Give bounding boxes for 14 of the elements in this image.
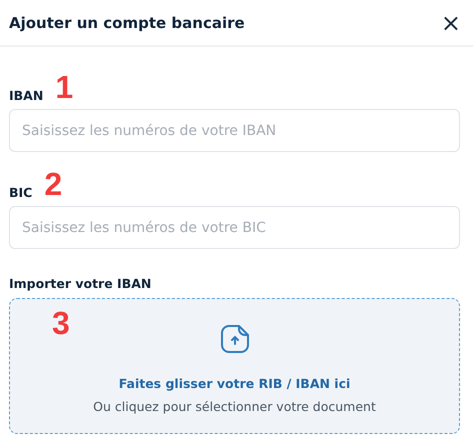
field-label: BIC <box>9 185 32 200</box>
annotation-number: 2 <box>44 168 62 200</box>
annotation-number: 1 <box>55 71 74 103</box>
close-button[interactable]: × <box>436 10 465 34</box>
upload-label: Importer votre IBAN <box>9 276 152 291</box>
annotation-number: 3 <box>52 307 70 339</box>
drop-zone[interactable]: 3 Faites glisser votre RIB / IBAN ici Ou cliquez pour sélectionner votre document <box>9 298 460 434</box>
drop-title: Faites glisser votre RIB / IBAN ici <box>118 376 350 391</box>
field-label: IBAN <box>9 88 44 103</box>
drop-hint: Ou cliquez pour sélectionner votre document <box>93 399 376 414</box>
input-field[interactable]: Saisissez les numéros de votre IBAN <box>9 109 460 152</box>
dialog-title: Ajouter un compte bancaire <box>9 14 245 32</box>
input-field[interactable]: Saisissez les numéros de votre BIC <box>9 206 460 249</box>
file-upload-icon <box>220 324 250 354</box>
